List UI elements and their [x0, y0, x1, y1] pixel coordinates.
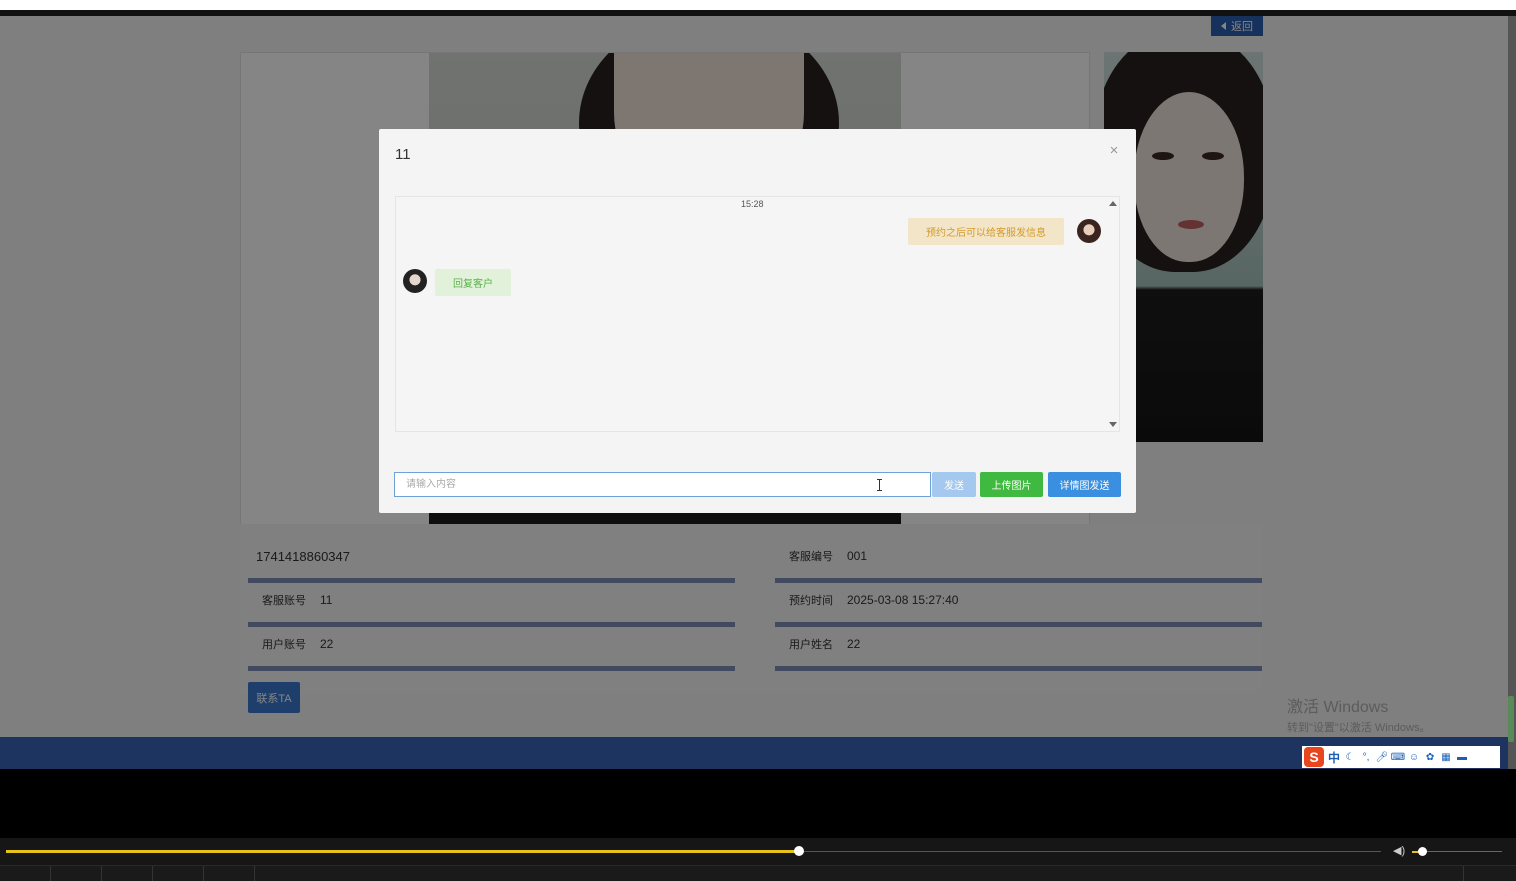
window-right-edge: [1508, 16, 1516, 769]
send-button[interactable]: 发送: [932, 472, 976, 497]
ime-toolbar[interactable]: S 中 ☾ °, 🎤︎ ⌨ ☺ ✿ ▦ ▬: [1302, 746, 1500, 768]
message-bubble-received: 回复客户: [435, 269, 511, 296]
text-cursor-icon: [877, 479, 882, 491]
volume-icon[interactable]: ◀): [1393, 844, 1409, 858]
ime-mode-label[interactable]: 中: [1328, 749, 1340, 766]
grid-icon[interactable]: ▦: [1440, 751, 1452, 763]
close-icon[interactable]: ×: [1106, 142, 1122, 159]
bottom-strip: [0, 865, 1516, 881]
volume-bar-remaining[interactable]: [1422, 851, 1502, 852]
toolbox-icon[interactable]: ▬: [1456, 751, 1468, 763]
chat-history[interactable]: 15:28 预约之后可以给客服发信息 回复客户: [395, 196, 1120, 432]
skin-icon[interactable]: ✿: [1424, 751, 1436, 763]
seek-bar-remaining[interactable]: [799, 851, 1381, 852]
seek-handle[interactable]: [794, 846, 804, 856]
avatar: [403, 269, 427, 293]
scroll-grip[interactable]: [1508, 696, 1514, 742]
scroll-up-arrow-icon[interactable]: [1109, 201, 1117, 206]
taskbar: [0, 737, 1508, 769]
punctuation-icon[interactable]: °,: [1360, 751, 1372, 763]
chat-dialog: 11 × 15:28 预约之后可以给客服发信息 回复客户 发送 上传图片 详情图…: [379, 129, 1136, 513]
seek-bar-played[interactable]: [6, 850, 799, 853]
message-input[interactable]: [394, 472, 931, 497]
scroll-down-arrow-icon[interactable]: [1109, 422, 1117, 427]
dialog-title: 11: [395, 146, 411, 163]
moon-icon[interactable]: ☾: [1344, 751, 1356, 763]
chat-timestamp: 15:28: [741, 199, 764, 209]
volume-handle[interactable]: [1418, 847, 1427, 856]
avatar: [1077, 219, 1101, 243]
upload-image-button[interactable]: 上传图片: [980, 472, 1043, 497]
user-icon[interactable]: ☺: [1408, 751, 1420, 763]
message-bubble-sent: 预约之后可以给客服发信息: [908, 218, 1064, 245]
send-detail-image-button[interactable]: 详情图发送: [1048, 472, 1121, 497]
keyboard-icon[interactable]: ⌨: [1391, 751, 1405, 763]
sogou-logo-icon[interactable]: S: [1304, 747, 1324, 767]
microphone-icon[interactable]: 🎤︎: [1376, 751, 1389, 763]
top-border: [0, 0, 1516, 10]
